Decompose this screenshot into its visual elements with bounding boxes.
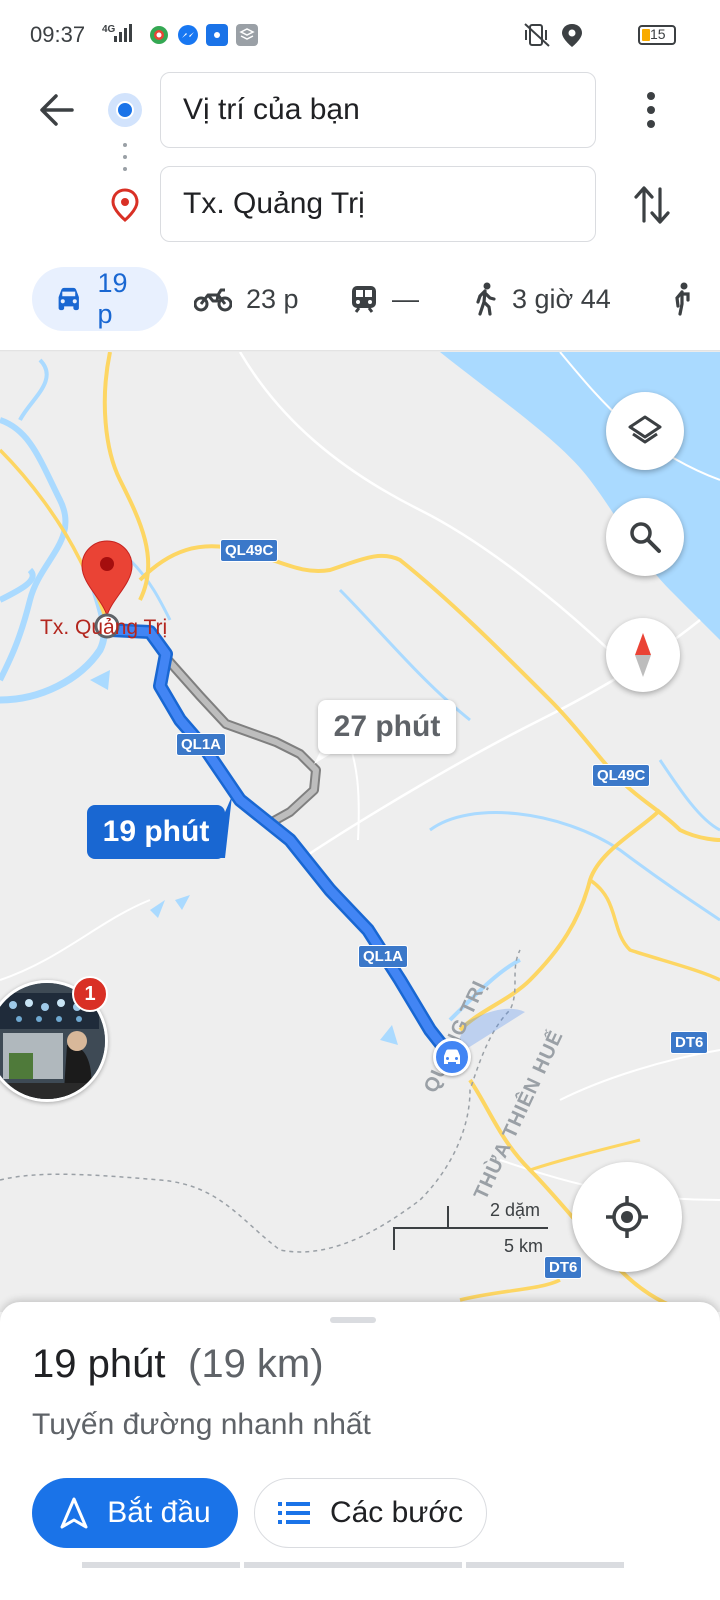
start-label: Bắt đầu — [107, 1496, 211, 1529]
main-route-time: 19 phút — [102, 815, 210, 848]
train-icon — [352, 286, 376, 313]
mode-car[interactable]: 19 p — [32, 267, 168, 331]
signal-icon: 4G — [102, 24, 132, 42]
steps-button[interactable]: Các bước — [254, 1478, 487, 1548]
my-location-button[interactable] — [572, 1162, 682, 1272]
battery-icon: 15 — [638, 25, 676, 45]
mode-transit-label: — — [392, 283, 419, 314]
search-button[interactable] — [606, 498, 684, 576]
road-label-dt6-1: DT6 — [670, 1031, 709, 1054]
mode-motorbike-label: 23 p — [246, 283, 299, 314]
route-subtitle: Tuyến đường nhanh nhất — [32, 1408, 371, 1441]
origin-text: Vị trí của bạn — [183, 93, 360, 126]
next-card-peek-3 — [466, 1562, 624, 1568]
destination-pin-icon — [111, 188, 139, 222]
back-arrow-icon[interactable] — [36, 90, 76, 130]
origin-input[interactable]: Vị trí của bạn — [160, 72, 596, 148]
mode-motorbike[interactable]: 23 p — [194, 267, 299, 331]
compass-button[interactable] — [606, 618, 680, 692]
network-type: 4G — [102, 24, 116, 35]
search-icon — [630, 522, 661, 553]
status-right-icons — [524, 23, 582, 47]
more-options-icon[interactable] — [636, 90, 666, 130]
layers-icon — [628, 415, 662, 444]
road-label-ql49c-1: QL49C — [220, 539, 279, 562]
navigation-arrow-icon — [60, 1497, 88, 1529]
notification-badge: 1 — [72, 976, 108, 1012]
layers-button[interactable] — [606, 392, 684, 470]
next-card-peek-1 — [82, 1562, 240, 1568]
road-label-ql1a-1: QL1A — [176, 733, 227, 756]
scale-label-miles: 2 dặm — [490, 1200, 541, 1220]
status-bar: 09:37 4G 15 — [0, 0, 720, 70]
mode-walk-label: 3 giờ 44 — [512, 283, 611, 314]
car-icon — [58, 287, 79, 311]
battery-level: 15 — [650, 26, 666, 42]
start-navigation-button[interactable]: Bắt đầu — [32, 1478, 238, 1548]
mode-transit[interactable]: — — [350, 267, 419, 331]
road-label-ql49c-2: QL49C — [592, 764, 651, 787]
steps-label: Các bước — [329, 1496, 464, 1529]
compass-icon — [635, 633, 651, 677]
road-label-dt6-2: DT6 — [544, 1256, 583, 1279]
car-marker-icon — [444, 1049, 460, 1064]
sheet-drag-handle[interactable] — [330, 1317, 376, 1323]
destination-map-label: Tx. Quảng Trị — [40, 616, 168, 639]
ride-icon[interactable] — [668, 282, 694, 316]
next-card-peek-2 — [244, 1562, 462, 1568]
travel-mode-bar: 19 p 23 p — 3 giờ 44 — [0, 264, 720, 334]
my-location-icon — [606, 1196, 648, 1238]
user-location-marker — [433, 1038, 471, 1076]
scale-label-km: 5 km — [504, 1236, 544, 1256]
mode-walk[interactable]: 3 giờ 44 — [472, 267, 611, 331]
destination-text: Tx. Quảng Trị — [183, 187, 365, 220]
status-time: 09:37 — [30, 22, 86, 47]
alt-route-callout[interactable]: 27 phút — [318, 700, 456, 754]
route-duration: 19 phút — [32, 1342, 166, 1386]
notification-icons — [150, 24, 258, 46]
mode-car-label: 19 p — [97, 268, 128, 329]
walk-icon — [476, 282, 496, 316]
origin-dot-icon — [108, 93, 142, 127]
alt-route-time: 27 phút — [333, 710, 441, 743]
route-distance: (19 km) — [188, 1342, 324, 1386]
swap-icon[interactable] — [632, 183, 672, 227]
route-connector-dots — [123, 143, 127, 171]
motorbike-icon — [194, 288, 232, 312]
list-icon — [277, 1502, 310, 1524]
main-route-callout[interactable]: 19 phút — [87, 805, 225, 859]
road-label-ql1a-2: QL1A — [358, 945, 409, 968]
destination-input[interactable]: Tx. Quảng Trị — [160, 166, 596, 242]
